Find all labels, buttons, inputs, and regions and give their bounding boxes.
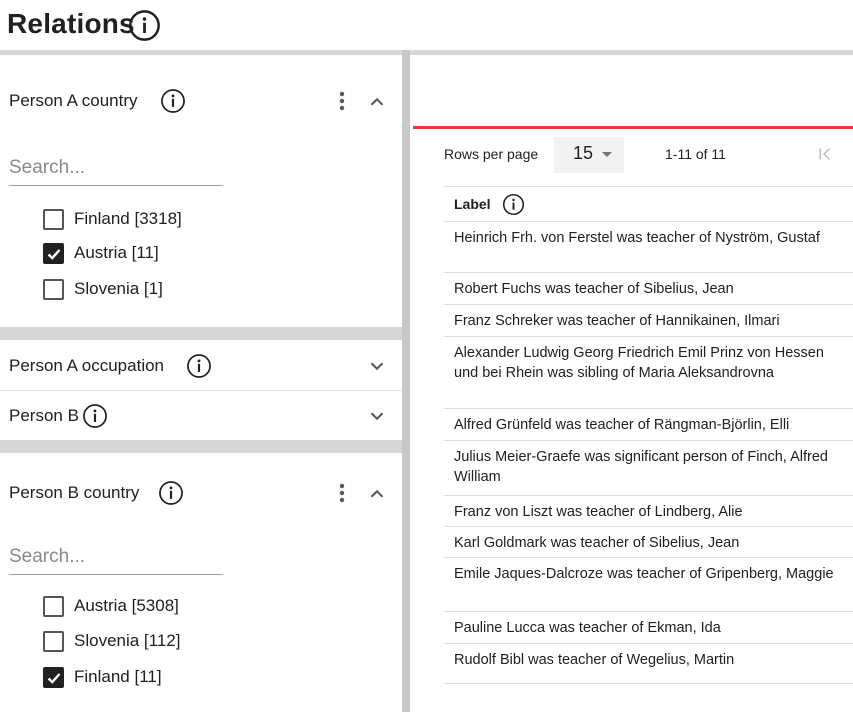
search-input[interactable] — [9, 150, 223, 186]
facet-person-a-country: Person A country Finland [3318] Austria … — [0, 55, 402, 327]
checkbox[interactable] — [43, 596, 64, 617]
facet-title: Person B country — [9, 483, 140, 502]
table-row[interactable]: Emile Jaques-Dalcroze was teacher of Gri… — [444, 558, 853, 612]
page-header: Relations — [0, 0, 853, 50]
checkbox-label: Finland [3318] — [74, 209, 182, 228]
rows-per-page-select[interactable]: 15 — [554, 137, 624, 173]
info-icon[interactable] — [186, 353, 212, 379]
chevron-up-icon[interactable] — [366, 91, 388, 113]
checkbox[interactable] — [43, 667, 64, 688]
info-icon[interactable] — [128, 9, 161, 42]
info-icon[interactable] — [158, 480, 184, 506]
checkbox[interactable] — [43, 243, 64, 264]
page-title: Relations — [7, 8, 135, 39]
table-row[interactable]: Julius Meier-Graefe was significant pers… — [444, 441, 853, 496]
info-icon[interactable] — [82, 403, 108, 429]
checkbox-label: Austria [11] — [74, 243, 159, 262]
facet-title: Person B — [9, 406, 79, 425]
checkbox-label: Slovenia [1] — [74, 279, 163, 298]
pagination-range: 1-11 of 11 — [665, 146, 726, 162]
table-row[interactable]: Franz Schreker was teacher of Hannikaine… — [444, 305, 853, 337]
row-label: Julius Meier-Graefe was significant pers… — [454, 449, 828, 485]
column-divider — [402, 50, 410, 712]
facet-title: Person A occupation — [9, 356, 165, 375]
table-row[interactable]: Robert Fuchs was teacher of Sibelius, Je… — [444, 273, 853, 305]
facet-person-b-country: Person B country Austria [5308] Slovenia… — [0, 453, 402, 712]
row-label: Franz von Liszt was teacher of Lindberg,… — [454, 504, 743, 520]
info-icon[interactable] — [160, 88, 186, 114]
facet-person-a-occupation[interactable]: Person A occupation — [0, 340, 402, 390]
dropdown-arrow-icon — [602, 152, 612, 157]
column-header-label[interactable]: Label — [454, 196, 491, 212]
info-icon[interactable] — [502, 193, 525, 216]
row-label: Alfred Grünfeld was teacher of Rängman-B… — [454, 417, 790, 433]
row-label: Heinrich Frh. von Ferstel was teacher of… — [454, 230, 820, 246]
row-label: Robert Fuchs was teacher of Sibelius, Je… — [454, 281, 734, 297]
check-icon — [47, 673, 61, 684]
row-label: Karl Goldmark was teacher of Sibelius, J… — [454, 535, 740, 551]
checkbox[interactable] — [43, 209, 64, 230]
chevron-up-icon[interactable] — [366, 483, 388, 505]
table-row[interactable]: Pauline Lucca was teacher of Ekman, Ida — [444, 612, 853, 644]
checkbox[interactable] — [43, 631, 64, 652]
facet-sidebar: Person A country Finland [3318] Austria … — [0, 50, 410, 712]
facet-person-b[interactable]: Person B — [0, 390, 402, 440]
table-row[interactable]: Franz von Liszt was teacher of Lindberg,… — [444, 496, 853, 527]
search-input[interactable] — [9, 539, 223, 575]
results-panel: Rows per page 15 1-11 of 11 Label Heinri… — [410, 50, 853, 712]
more-vert-icon[interactable] — [336, 481, 348, 505]
table-row[interactable]: Rudolf Bibl was teacher of Wegelius, Mar… — [444, 644, 853, 684]
divider — [410, 50, 853, 55]
table-header: Label — [444, 186, 853, 222]
more-vert-icon[interactable] — [336, 89, 348, 113]
checkbox-label: Slovenia [112] — [74, 631, 181, 650]
accent-divider — [413, 126, 853, 129]
table-row[interactable]: Karl Goldmark was teacher of Sibelius, J… — [444, 527, 853, 558]
facet-title: Person A country — [9, 91, 138, 110]
row-label: Alexander Ludwig Georg Friedrich Emil Pr… — [454, 345, 824, 381]
row-label: Franz Schreker was teacher of Hannikaine… — [454, 313, 780, 329]
table-row[interactable]: Alfred Grünfeld was teacher of Rängman-B… — [444, 409, 853, 441]
row-label: Rudolf Bibl was teacher of Wegelius, Mar… — [454, 652, 735, 668]
table-row[interactable]: Heinrich Frh. von Ferstel was teacher of… — [444, 222, 853, 273]
first-page-icon[interactable] — [814, 143, 836, 165]
rows-per-page-value: 15 — [573, 143, 594, 163]
rows-per-page-label: Rows per page — [444, 146, 539, 162]
checkbox[interactable] — [43, 279, 64, 300]
table-row[interactable]: Alexander Ludwig Georg Friedrich Emil Pr… — [444, 337, 853, 409]
row-label: Pauline Lucca was teacher of Ekman, Ida — [454, 620, 721, 636]
check-icon — [47, 249, 61, 260]
chevron-down-icon[interactable] — [366, 355, 388, 377]
checkbox-label: Finland [11] — [74, 667, 162, 686]
chevron-down-icon[interactable] — [366, 405, 388, 427]
checkbox-label: Austria [5308] — [74, 596, 179, 615]
row-label: Emile Jaques-Dalcroze was teacher of Gri… — [454, 566, 834, 582]
